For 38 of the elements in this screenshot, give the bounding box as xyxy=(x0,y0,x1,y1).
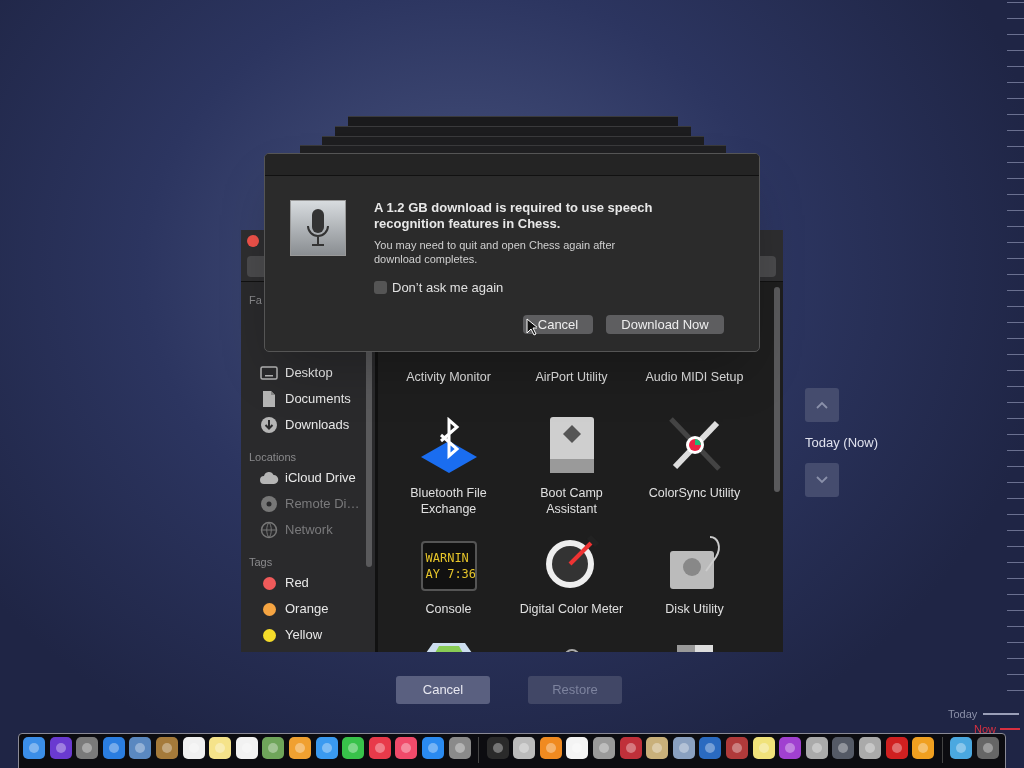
file-name[interactable]: ColorSync Utility xyxy=(638,485,751,501)
sidebar-label: Desktop xyxy=(285,364,333,383)
sidebar-item[interactable]: Orange xyxy=(249,596,375,622)
file-name[interactable]: Boot Camp Assistant xyxy=(515,485,628,517)
sidebar-header: Locations xyxy=(249,450,298,465)
sidebar-label: Orange xyxy=(285,600,329,619)
sidebar-label: Red xyxy=(285,574,309,593)
sidebar-label: Network xyxy=(285,521,333,540)
dialog-title: A 1.2 GB download is required to use speech recognition features in Chess. xyxy=(374,200,654,232)
sidebar-label: iCloud Drive xyxy=(285,469,356,488)
sidebar-label: Yellow xyxy=(285,626,323,645)
sidebar-item[interactable]: Documents xyxy=(249,386,375,412)
sidebar-item[interactable]: Downloads xyxy=(249,412,375,438)
dialog-message: You may need to quit and open Chess again after download completes. xyxy=(374,238,617,266)
sidebar-item[interactable]: Red xyxy=(249,570,375,596)
time-machine-button[interactable]: Cancel xyxy=(396,676,490,704)
sidebar-label: Downloads xyxy=(285,416,350,435)
file-name[interactable]: Digital Color Meter xyxy=(515,601,628,617)
file-name[interactable]: Console xyxy=(392,601,505,617)
dialog-button[interactable]: Cancel xyxy=(523,314,593,334)
dialog-button[interactable]: Download Now xyxy=(606,314,724,334)
file-name[interactable]: Disk Utility xyxy=(638,601,751,617)
sidebar-label: Remote Di… xyxy=(285,495,360,514)
console-text: WARNIN xyxy=(425,550,470,566)
file-name[interactable]: Bluetooth File Exchange xyxy=(392,485,505,517)
sidebar-header: Tags xyxy=(249,555,274,570)
console-text: AY 7:36 xyxy=(425,566,475,582)
sidebar-item[interactable]: Desktop xyxy=(249,360,375,386)
timeline-label[interactable]: Today xyxy=(948,706,978,723)
checkbox-label: Don’t ask me again xyxy=(392,279,504,297)
sidebar-item[interactable]: iCloud Drive xyxy=(249,465,375,491)
file-name[interactable]: Activity Monitor xyxy=(392,369,505,385)
current-date-label: Today (Now) xyxy=(805,434,878,452)
file-name[interactable]: Audio MIDI Setup xyxy=(638,369,751,385)
sidebar-label: Documents xyxy=(285,390,351,409)
sidebar-item[interactable]: Yellow xyxy=(249,622,375,648)
sidebar-header: Fa xyxy=(249,293,263,308)
file-name[interactable]: AirPort Utility xyxy=(515,369,628,385)
